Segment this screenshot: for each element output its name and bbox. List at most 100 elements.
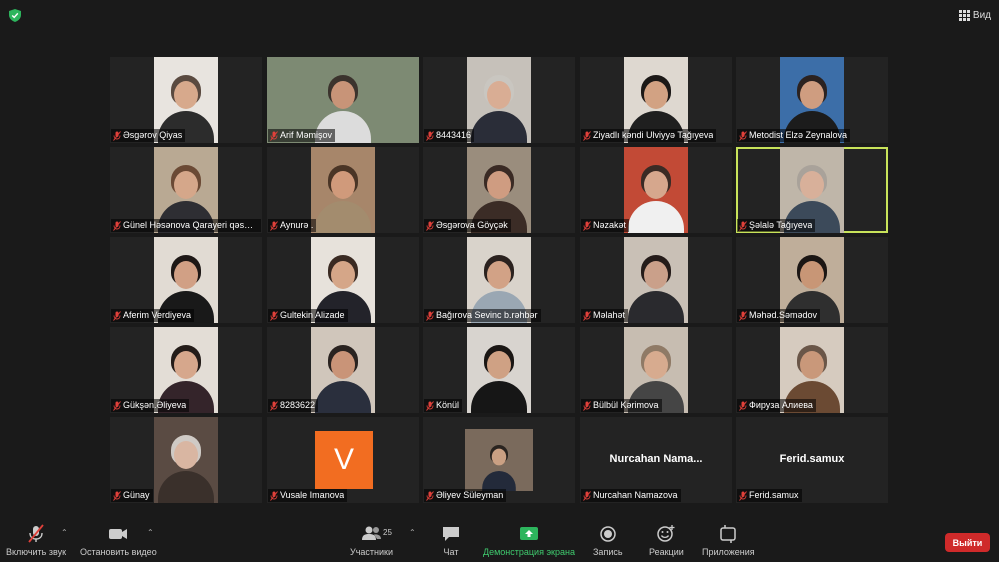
participant-name-label: Gükşən.Əliyeva	[111, 399, 190, 412]
participant-tile[interactable]: Aynurə .	[267, 147, 419, 233]
participant-tile[interactable]: Şəlalə Tağıyeva	[736, 147, 888, 233]
view-label: Вид	[972, 9, 991, 21]
participant-tile[interactable]: Gükşən.Əliyeva	[110, 327, 262, 413]
reactions-button[interactable]: Реакции	[649, 524, 684, 557]
participant-name-label: Ziyadlı kəndi Ulviyyə Tağıyeva	[581, 129, 717, 142]
apps-icon	[720, 525, 737, 543]
participant-name-label: Günel Həsənova Qarayeri qəsəbə	[111, 219, 261, 232]
audio-options-caret-icon[interactable]: ⌃	[61, 528, 68, 537]
stop-video-label: Остановить видео	[80, 547, 157, 557]
participant-name: Şəlalə Tağıyeva	[749, 220, 813, 230]
view-button[interactable]: Вид	[958, 7, 991, 23]
participant-tile[interactable]: Ziyadlı kəndi Ulviyyə Tağıyeva	[580, 57, 732, 143]
participant-avatar: V	[315, 431, 373, 489]
participant-tile[interactable]: Məhəd.Səmədov	[736, 237, 888, 323]
participant-tile[interactable]: Günay	[110, 417, 262, 503]
participant-name: Ziyadlı kəndi Ulviyyə Tağıyeva	[593, 130, 714, 140]
chat-bubble-icon	[443, 527, 459, 541]
participant-name: Arif Məmişov	[280, 130, 333, 140]
participant-tile[interactable]: V Vusale Imanova	[267, 417, 419, 503]
participant-name: Bağırova Sevinc b.rəhbər	[436, 310, 538, 320]
record-label: Запись	[593, 547, 623, 557]
microphone-muted-icon	[583, 400, 591, 411]
participant-name: Vusale Imanova	[280, 490, 345, 500]
share-screen-icon	[519, 527, 538, 540]
participant-video	[467, 57, 531, 143]
microphone-muted-icon	[113, 220, 121, 231]
microphone-muted-icon	[270, 310, 278, 321]
participant-gallery: Əsgərov Qiyas Arif Məmişov 8443416 Ziyadlı …	[110, 57, 890, 503]
participant-name-label: Metodist Elzə Zeynalova	[737, 129, 851, 142]
participant-tile[interactable]: Bağırova Sevinc b.rəhbər	[423, 237, 575, 323]
participant-tile[interactable]: Bülbül Kərimova	[580, 327, 732, 413]
video-options-caret-icon[interactable]: ⌃	[147, 528, 154, 537]
participant-tile[interactable]: Ferid.samux Ferid.samux	[736, 417, 888, 503]
participant-video	[624, 237, 688, 323]
participant-name: Nəzakət	[593, 220, 627, 230]
participant-video	[311, 327, 375, 413]
participant-video	[467, 327, 531, 413]
reactions-label: Реакции	[649, 547, 684, 557]
microphone-muted-icon	[583, 490, 591, 501]
participant-name-label: Vusale Imanova	[268, 489, 348, 502]
participant-name-label: Фируза Алиева	[737, 399, 816, 412]
participant-name-label: Aferim Verdiyeva	[111, 309, 195, 322]
participant-tile[interactable]: Metodist Elzə Zeynalova	[736, 57, 888, 143]
participant-name: Günay	[123, 490, 150, 500]
participant-name-label: Gultekin Alizade	[268, 309, 348, 322]
microphone-muted-icon	[113, 400, 121, 411]
unmute-label: Включить звук	[6, 547, 67, 557]
participants-label: Участники	[350, 547, 393, 557]
unmute-button[interactable]: Включить звук	[6, 524, 66, 557]
microphone-muted-icon	[739, 310, 747, 321]
top-bar: Вид	[0, 0, 999, 30]
participant-tile[interactable]: 8443416	[423, 57, 575, 143]
participant-name: Əliyev Süleyman	[436, 490, 504, 500]
participant-tile[interactable]: Фируза Алиева	[736, 327, 888, 413]
participant-tile[interactable]: Məlahət	[580, 237, 732, 323]
record-button[interactable]: Запись	[593, 524, 623, 557]
smile-plus-icon	[657, 525, 675, 542]
participant-tile[interactable]: Əsgərov Qiyas	[110, 57, 262, 143]
participant-name: Metodist Elzə Zeynalova	[749, 130, 848, 140]
participant-name-label: Məhəd.Səmədov	[737, 309, 821, 322]
participant-name: Əsgərov Qiyas	[123, 130, 183, 140]
participant-name: Məhəd.Səmədov	[749, 310, 818, 320]
apps-button[interactable]: Приложения	[702, 524, 755, 557]
participant-name: Əsgərova Göyçək	[436, 220, 508, 230]
participants-options-caret-icon[interactable]: ⌃	[409, 528, 416, 537]
participant-tile[interactable]: Gultekin Alizade	[267, 237, 419, 323]
participant-tile[interactable]: Nəzakət	[580, 147, 732, 233]
participant-tile[interactable]: Arif Məmişov	[267, 57, 419, 143]
encryption-shield-icon[interactable]	[9, 9, 21, 22]
share-screen-button[interactable]: Демонстрация экрана	[483, 524, 575, 557]
stop-video-button[interactable]: Остановить видео	[80, 524, 157, 557]
participant-tile[interactable]: Günel Həsənova Qarayeri qəsəbə	[110, 147, 262, 233]
microphone-muted-icon	[426, 220, 434, 231]
participant-name-label: Məlahət	[581, 309, 629, 322]
participant-video	[311, 147, 375, 233]
microphone-muted-icon	[583, 220, 591, 231]
participant-name: Nurcahan Namazova	[593, 490, 678, 500]
participant-tile[interactable]: Əsgərova Göyçək	[423, 147, 575, 233]
participant-video	[465, 429, 533, 491]
participant-tile[interactable]: Əliyev Süleyman	[423, 417, 575, 503]
leave-meeting-button[interactable]: Выйти	[945, 533, 990, 552]
participant-name-label: Nəzakət	[581, 219, 630, 232]
participant-name: Bülbül Kərimova	[593, 400, 659, 410]
participant-tile[interactable]: Nurcahan Nama... Nurcahan Namazova	[580, 417, 732, 503]
record-icon	[600, 526, 616, 542]
participant-tile[interactable]: Aferim Verdiyeva	[110, 237, 262, 323]
participant-tile[interactable]: Könül	[423, 327, 575, 413]
microphone-muted-icon	[426, 400, 434, 411]
participant-name-label: Ferid.samux	[737, 489, 802, 502]
participant-name: Gükşən.Əliyeva	[123, 400, 187, 410]
participant-name-label: Şəlalə Tağıyeva	[737, 219, 816, 232]
participant-name: Ferid.samux	[749, 490, 799, 500]
microphone-muted-icon	[270, 400, 278, 411]
participant-display-name: Nurcahan Nama...	[609, 453, 703, 465]
chat-button[interactable]: Чат	[440, 524, 462, 557]
participant-tile[interactable]: 8283622	[267, 327, 419, 413]
microphone-muted-icon	[113, 490, 121, 501]
microphone-muted-icon	[583, 130, 591, 141]
